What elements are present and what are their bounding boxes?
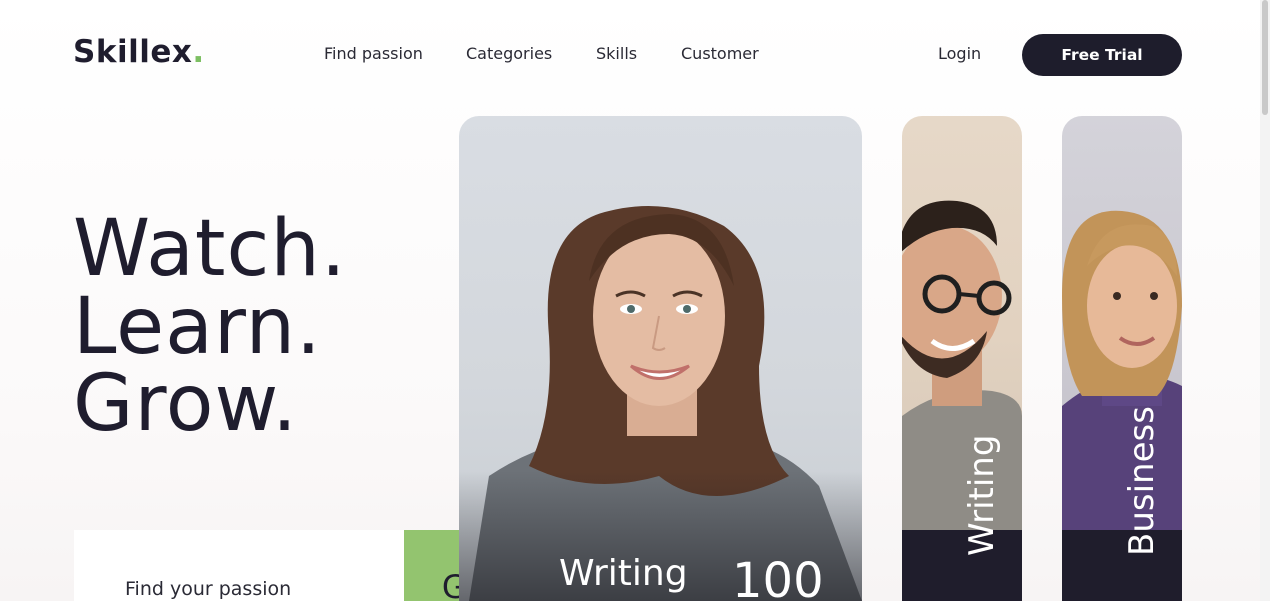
logo-text: Skillex bbox=[73, 34, 193, 70]
scrollbar-thumb[interactable] bbox=[1262, 0, 1268, 115]
free-trial-button[interactable]: Free Trial bbox=[1022, 34, 1182, 76]
search-box bbox=[74, 530, 404, 601]
card-main-count: 100 bbox=[732, 553, 824, 601]
course-card-main[interactable]: Writing 100 bbox=[459, 116, 862, 601]
hero-line-grow: Grow. bbox=[73, 359, 298, 449]
hero-line-watch: Watch. bbox=[73, 204, 347, 294]
card-main-title: Writing bbox=[559, 553, 688, 594]
business-label: Business bbox=[1122, 406, 1162, 556]
logo[interactable]: Skillex. bbox=[73, 34, 205, 70]
nav-skills[interactable]: Skills bbox=[596, 44, 637, 63]
nav-categories[interactable]: Categories bbox=[466, 44, 552, 63]
hero-line-learn: Learn. bbox=[73, 282, 322, 372]
logo-dot: . bbox=[192, 34, 205, 70]
category-card-business[interactable]: Business bbox=[1062, 116, 1182, 601]
nav-find-passion[interactable]: Find passion bbox=[324, 44, 423, 63]
page-scrollbar[interactable] bbox=[1260, 0, 1270, 601]
writing-label: Writing bbox=[962, 434, 1002, 556]
nav-customer[interactable]: Customer bbox=[681, 44, 759, 63]
search-input[interactable] bbox=[125, 578, 395, 600]
login-link[interactable]: Login bbox=[938, 44, 981, 63]
category-card-writing[interactable]: Writing bbox=[902, 116, 1022, 601]
